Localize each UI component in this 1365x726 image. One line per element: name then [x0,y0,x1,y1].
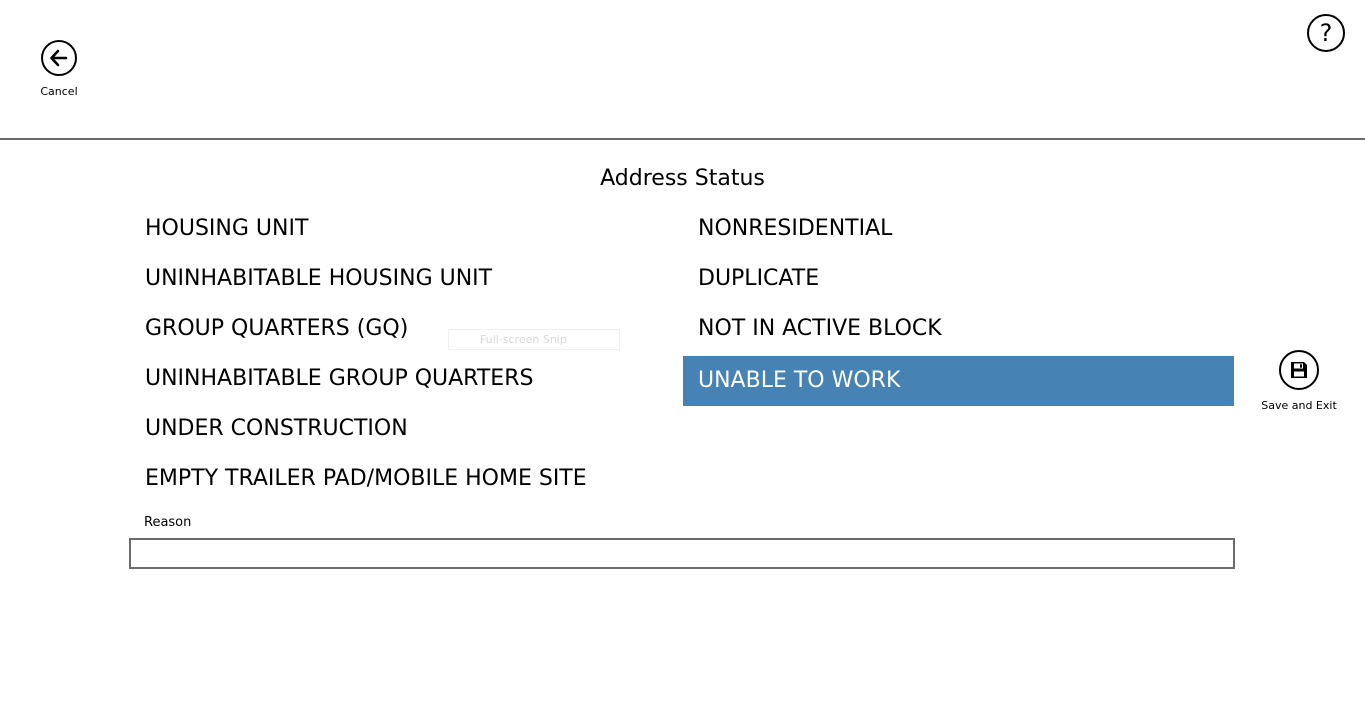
question-mark-icon: ? [1319,19,1333,47]
status-option-uninhabitable-housing-unit[interactable]: UNINHABITABLE HOUSING UNIT [130,254,665,304]
save-and-exit-label: Save and Exit [1261,399,1337,412]
cancel-button[interactable]: Cancel [36,40,82,98]
status-option-not-in-active-block[interactable]: NOT IN ACTIVE BLOCK [683,304,1234,354]
cancel-label: Cancel [40,85,78,98]
arrow-left-circle-icon [41,40,77,76]
status-option-housing-unit[interactable]: HOUSING UNIT [130,204,665,254]
status-option-under-construction[interactable]: UNDER CONSTRUCTION [130,404,665,454]
snip-overlay-label: Full-screen Snip [448,329,620,350]
status-option-nonresidential[interactable]: NONRESIDENTIAL [683,204,1234,254]
reason-label: Reason [144,515,192,530]
status-option-empty-trailer-pad[interactable]: EMPTY TRAILER PAD/MOBILE HOME SITE [130,454,665,504]
save-and-exit-button[interactable]: Save and Exit [1261,350,1337,412]
address-status-page: Cancel ? Address Status HOUSING UNIT UNI… [0,0,1365,726]
floppy-disk-icon [1279,350,1319,390]
reason-input[interactable] [129,538,1235,569]
header-divider [0,138,1365,140]
status-option-unable-to-work[interactable]: UNABLE TO WORK [683,356,1234,406]
status-option-uninhabitable-group-quarters[interactable]: UNINHABITABLE GROUP QUARTERS [130,354,665,404]
help-button[interactable]: ? [1307,14,1345,52]
section-title: Address Status [600,166,765,191]
status-option-duplicate[interactable]: DUPLICATE [683,254,1234,304]
